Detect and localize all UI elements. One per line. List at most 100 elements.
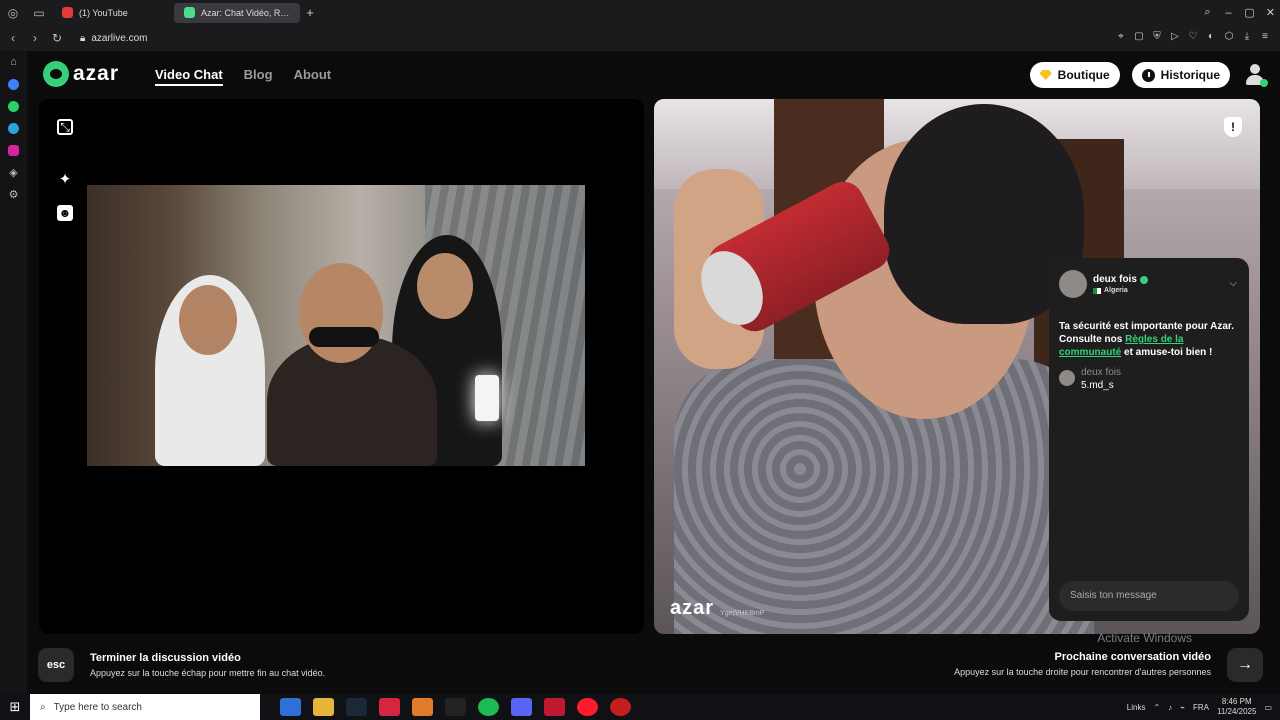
opera-sidebar: ⌂ ◈ ⚙ (0, 51, 27, 694)
sidebar-messenger-icon[interactable] (0, 73, 27, 95)
message-author: deux fois (1081, 367, 1122, 378)
face-mask-icon[interactable]: ☻ (57, 205, 73, 221)
effects-icon[interactable]: ✦ (57, 171, 73, 188)
sidebar-player-icon[interactable]: ◈ (0, 161, 27, 183)
expand-icon[interactable]: ⤡ (57, 119, 73, 135)
reload-icon[interactable]: ↻ (48, 31, 66, 45)
windows-taskbar: ⊞ ⌕ Type here to search Links ⌃ ♪ ⌁ FRA … (0, 694, 1280, 720)
tab-label: (1) YouTube (79, 7, 128, 18)
next-chat-subtitle: Appuyez sur la touche droite pour rencon… (954, 667, 1211, 677)
sidebar-whatsapp-icon[interactable] (0, 95, 27, 117)
volume-icon[interactable]: ♪ (1168, 703, 1172, 712)
online-badge (1260, 79, 1268, 87)
local-video-panel: ⤡ ✦ ☻ (39, 99, 644, 634)
end-chat-subtitle: Appuyez sur la touche échap pour mettre … (90, 668, 326, 678)
nav-video-chat[interactable]: Video Chat (155, 67, 223, 86)
file-explorer-icon[interactable] (313, 698, 334, 716)
partner-name-text: deux fois (1093, 274, 1137, 285)
report-icon[interactable]: ! (1224, 117, 1242, 137)
minimize-icon[interactable]: – (1219, 7, 1238, 19)
next-chat-button[interactable]: → (1227, 648, 1263, 682)
tab-youtube[interactable]: (1) YouTube (52, 3, 174, 23)
chevron-down-icon[interactable]: ⌵ (1229, 278, 1237, 289)
message-input[interactable]: Saisis ton message (1059, 581, 1239, 611)
shield-icon[interactable]: ⛨ (1150, 30, 1164, 44)
play-icon[interactable]: ▷ (1168, 30, 1182, 44)
lamp (475, 375, 499, 421)
forward-icon[interactable]: › (26, 31, 44, 45)
window-controls: ⌕ – ▢ ✕ (1198, 0, 1280, 25)
opera-icon[interactable] (577, 698, 598, 716)
pin-icon[interactable]: ⌖ (1114, 30, 1128, 44)
capcut-icon[interactable] (445, 698, 466, 716)
tab-stack-icon[interactable]: ▭ (26, 0, 52, 25)
snapshot-icon[interactable]: ▢ (1132, 30, 1146, 44)
maximize-icon[interactable]: ▢ (1240, 6, 1259, 19)
discord-icon[interactable] (511, 698, 532, 716)
aria-icon[interactable]: ◐ (1204, 30, 1218, 44)
tray-links[interactable]: Links (1127, 703, 1146, 712)
network-icon[interactable]: ⌁ (1180, 703, 1185, 712)
nav-about[interactable]: About (294, 67, 332, 86)
azar-logo[interactable]: azar (43, 61, 119, 87)
chevron-up-icon[interactable]: ⌃ (1153, 703, 1160, 712)
chat-header: deux fois Algeria (1059, 270, 1148, 298)
new-tab-button[interactable]: + (300, 5, 320, 20)
shop-button[interactable]: Boutique (1029, 62, 1120, 88)
notification-icon[interactable]: ▭ (1264, 703, 1272, 712)
taskbar-clock[interactable]: 8:46 PM 11/24/2025 (1217, 697, 1256, 717)
youtube-icon (62, 7, 73, 18)
sidebar-telegram-icon[interactable] (0, 117, 27, 139)
partner-avatar[interactable] (1059, 270, 1087, 298)
search-icon[interactable]: ⌕ (1198, 6, 1217, 19)
clock-icon (1141, 68, 1155, 82)
person-back-head (417, 253, 473, 319)
sidebar-instagram-icon[interactable] (0, 139, 27, 161)
azar-page: azar Video Chat Blog About Boutique Hist… (27, 51, 1280, 694)
chat-message: deux fois 5.md_s (1059, 367, 1121, 391)
user-icon (1250, 64, 1260, 74)
clock-time: 8:46 PM (1221, 697, 1252, 706)
nav-blog[interactable]: Blog (244, 67, 273, 86)
main-nav: Video Chat Blog About (155, 67, 331, 86)
download-icon[interactable]: ⤓ (1240, 30, 1254, 44)
end-chat-title: Terminer la discussion vidéo (90, 652, 241, 664)
esc-key-button[interactable]: esc (38, 648, 74, 682)
azar-logo-icon (43, 61, 69, 87)
close-icon[interactable]: ✕ (1261, 6, 1280, 19)
remote-user-id: Yge(VHKBmP (720, 610, 765, 617)
profile-avatar[interactable] (1242, 62, 1268, 88)
back-icon[interactable]: ‹ (4, 31, 22, 45)
spotify-icon[interactable] (478, 698, 499, 716)
partner-country: Algeria (1093, 287, 1148, 294)
history-label: Historique (1160, 68, 1220, 82)
language-indicator[interactable]: FRA (1193, 703, 1209, 712)
safety-notice: Ta sécurité est importante pour Azar. Co… (1059, 320, 1241, 359)
taskbar-search-placeholder: Type here to search (53, 701, 142, 713)
sidebar-home-icon[interactable]: ⌂ (0, 51, 27, 73)
opera-menu-icon[interactable]: ◎ (0, 0, 26, 25)
app-game-icon[interactable] (544, 698, 565, 716)
sidebar-settings-icon[interactable]: ⚙ (0, 183, 27, 205)
app-orange-icon[interactable] (412, 698, 433, 716)
site-header: azar Video Chat Blog About Boutique Hist… (27, 51, 1280, 97)
windows-start-icon[interactable]: ⊞ (0, 699, 30, 715)
url-field[interactable]: 🔒︎ azarlive.com (80, 33, 147, 44)
tab-azar[interactable]: Azar: Chat Vidéo, Rencontrez (174, 2, 300, 23)
menu-icon[interactable]: ≡ (1258, 30, 1272, 44)
extension-icon[interactable]: ⬡ (1222, 30, 1236, 44)
heart-icon[interactable]: ♡ (1186, 30, 1200, 44)
steam-icon[interactable] (346, 698, 367, 716)
shop-label: Boutique (1057, 68, 1110, 82)
header-actions: Boutique Historique (1029, 62, 1268, 88)
sunglasses (309, 327, 379, 347)
opera-gx-icon[interactable] (610, 698, 631, 716)
app-red-icon[interactable] (379, 698, 400, 716)
store-icon[interactable] (280, 698, 301, 716)
message-avatar (1059, 370, 1075, 386)
taskbar-search[interactable]: ⌕ Type here to search (30, 694, 260, 720)
partner-name: deux fois (1093, 274, 1148, 285)
flag-icon (1093, 287, 1101, 294)
history-button[interactable]: Historique (1131, 62, 1230, 88)
next-chat-title: Prochaine conversation vidéo (1054, 651, 1212, 663)
